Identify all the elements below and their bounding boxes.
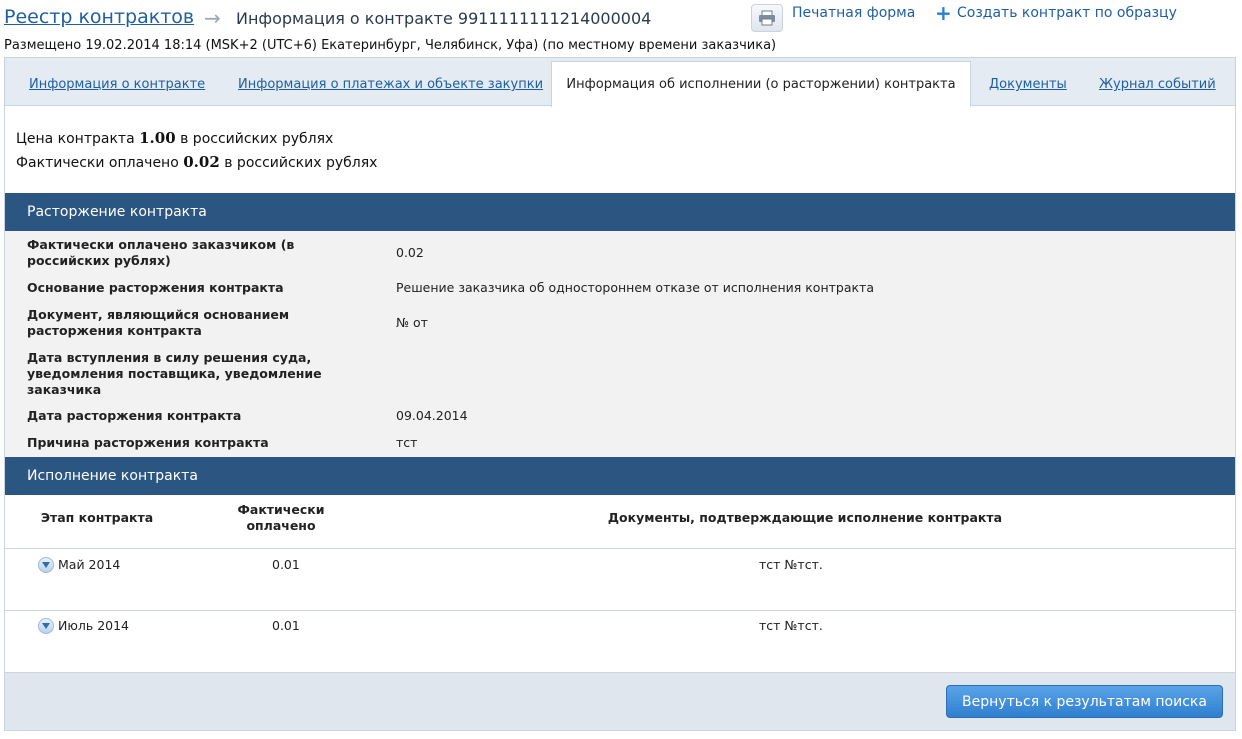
paid-cell: 0.01: [272, 557, 300, 572]
price-prefix: Цена контракта: [16, 131, 135, 147]
docs-cell: тст №тст.: [759, 557, 823, 572]
tab-execution[interactable]: Информация об исполнении (о расторжении)…: [551, 61, 971, 107]
chevron-down-icon[interactable]: [38, 618, 54, 634]
breadcrumb-root-link[interactable]: Реестр контрактов: [4, 6, 194, 28]
price-value: 1.00: [139, 129, 176, 147]
paid-prefix: Фактически оплачено: [16, 155, 179, 171]
termination-details: Фактически оплачено заказчиком (в россий…: [5, 231, 1235, 457]
term-value-basis: Решение заказчика об одностороннем отказ…: [396, 280, 874, 295]
tab-event-log[interactable]: Журнал событий: [1099, 77, 1216, 92]
table-row: Июль 2014 0.01 тст №тст.: [5, 611, 1235, 671]
table-row: Май 2014 0.01 тст №тст.: [5, 549, 1235, 609]
posted-info: Размещено 19.02.2014 18:14 (MSK+2 (UTC+6…: [4, 38, 777, 53]
termination-section-header: Расторжение контракта: [5, 193, 1235, 231]
term-value-document: № от: [396, 315, 428, 330]
paid-cell: 0.01: [272, 618, 300, 633]
tab-documents[interactable]: Документы: [989, 77, 1067, 92]
contract-price-line: Цена контракта 1.00 в российских рублях: [16, 129, 333, 147]
plus-icon[interactable]: +: [935, 1, 952, 25]
paid-line: Фактически оплачено 0.02 в российских ру…: [16, 153, 377, 171]
docs-cell: тст №тст.: [759, 618, 823, 633]
term-label-reason: Причина расторжения контракта: [27, 435, 269, 450]
col-paid-header: Фактически оплачено: [237, 502, 325, 533]
print-form-link[interactable]: Печатная форма: [792, 5, 915, 21]
price-suffix: в российских рублях: [180, 131, 334, 147]
term-value-reason: тст: [396, 435, 418, 450]
create-by-template-link[interactable]: Создать контракт по образцу: [957, 5, 1177, 21]
term-value-paid: 0.02: [396, 245, 424, 260]
contract-panel: Информация о контракте Информация о плат…: [4, 57, 1236, 731]
stage-cell: Июль 2014: [58, 618, 130, 633]
chevron-down-icon[interactable]: [38, 557, 54, 573]
paid-suffix: в российских рублях: [224, 155, 378, 171]
page-title: Информация о контракте 99111111112140000…: [236, 9, 652, 28]
term-label-document: Документ, являющийся основанием расторже…: [27, 307, 290, 338]
term-value-date: 09.04.2014: [396, 408, 468, 423]
stage-cell: Май 2014: [58, 557, 121, 572]
execution-section-header: Исполнение контракта: [5, 457, 1235, 495]
footer-bar: Вернуться к результатам поиска: [5, 672, 1235, 730]
term-label-date: Дата расторжения контракта: [27, 408, 242, 423]
tab-bar: Информация о контракте Информация о плат…: [5, 58, 1235, 107]
term-label-basis: Основание расторжения контракта: [27, 280, 284, 295]
paid-value: 0.02: [183, 153, 220, 171]
arrow-right-icon: →: [204, 6, 221, 30]
term-label-paid: Фактически оплачено заказчиком (в россий…: [27, 237, 295, 268]
top-bar: Реестр контрактов → Информация о контрак…: [0, 0, 1242, 38]
term-label-effective-date: Дата вступления в силу решения суда, уве…: [27, 350, 322, 397]
col-docs-header: Документы, подтверждающие исполнение кон…: [607, 510, 1003, 525]
tab-payments[interactable]: Информация о платежах и объекте закупки: [238, 77, 543, 92]
col-stage-header: Этап контракта: [40, 510, 154, 525]
back-to-results-button[interactable]: Вернуться к результатам поиска: [946, 685, 1223, 718]
printer-icon[interactable]: [751, 4, 783, 32]
tab-contract-info[interactable]: Информация о контракте: [29, 77, 205, 92]
